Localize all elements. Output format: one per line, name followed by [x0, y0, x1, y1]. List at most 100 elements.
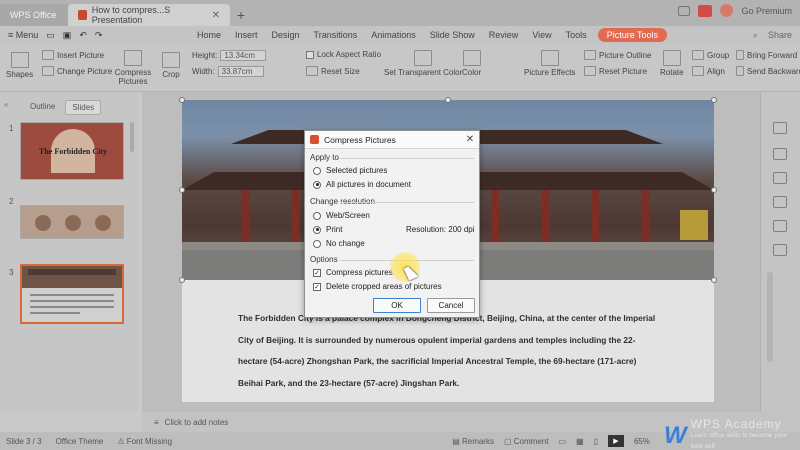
reading-view-icon[interactable]: ▯: [594, 437, 598, 446]
reset-size-button[interactable]: Reset Size: [306, 66, 360, 76]
play-icon[interactable]: ▶: [607, 435, 624, 447]
menu-review[interactable]: Review: [482, 26, 526, 44]
tab-document[interactable]: How to compres...S Presentation ✕: [68, 4, 230, 26]
lock-aspect-checkbox[interactable]: [306, 50, 314, 59]
resize-handle[interactable]: [445, 97, 451, 103]
sorter-view-icon[interactable]: ▦: [576, 437, 584, 446]
menu-tools[interactable]: Tools: [559, 26, 594, 44]
menu-view[interactable]: View: [525, 26, 558, 44]
open-icon[interactable]: ▭: [46, 30, 55, 41]
menu-animations[interactable]: Animations: [364, 26, 423, 44]
align-button[interactable]: Align: [692, 66, 725, 76]
tab-wps-office[interactable]: WPS Office: [0, 4, 68, 26]
resize-handle[interactable]: [711, 97, 717, 103]
checkbox-compress-pictures[interactable]: ✓: [313, 268, 321, 277]
zoom-icon[interactable]: [773, 172, 787, 184]
width-input[interactable]: 33.87cm: [217, 66, 264, 77]
picture-outline-icon: [584, 50, 596, 60]
color-button[interactable]: Color: [462, 50, 481, 77]
normal-view-icon[interactable]: ▭: [558, 437, 566, 446]
save-icon[interactable]: ▣: [63, 30, 72, 41]
insert-picture-button[interactable]: Insert Picture: [42, 50, 104, 60]
font-missing-label: Font Missing: [126, 436, 173, 446]
option-all-pictures[interactable]: All pictures in document: [313, 180, 411, 189]
close-icon[interactable]: ✕: [212, 10, 220, 21]
notification-icon[interactable]: [698, 4, 713, 17]
radio-web-screen[interactable]: [313, 211, 321, 220]
close-icon[interactable]: ✕: [461, 134, 479, 145]
shapes-label: Shapes: [6, 70, 34, 79]
share-button[interactable]: Share: [768, 30, 792, 41]
option-compress-pictures[interactable]: ✓ Compress pictures: [313, 268, 393, 277]
lock-aspect-ratio[interactable]: Lock Aspect Ratio: [306, 50, 381, 59]
option-selected-pictures[interactable]: Selected pictures: [313, 166, 387, 175]
menu-transitions[interactable]: Transitions: [307, 26, 365, 44]
picture-effects-button[interactable]: Picture Effects: [524, 50, 575, 77]
slide-thumbnail-2[interactable]: [20, 205, 124, 239]
new-tab-button[interactable]: +: [230, 4, 252, 26]
menu-button[interactable]: ≡ Menu: [8, 30, 38, 40]
radio-selected-pictures[interactable]: [313, 166, 321, 175]
resize-handle[interactable]: [711, 277, 717, 283]
layers-icon[interactable]: [773, 122, 787, 134]
tab-slides[interactable]: Slides: [65, 100, 102, 115]
font-missing-indicator[interactable]: ⚠ Font Missing: [117, 437, 172, 446]
radio-all-pictures[interactable]: [313, 180, 321, 189]
ok-button[interactable]: OK: [373, 298, 421, 313]
change-picture-button[interactable]: Change Picture: [42, 66, 112, 76]
resize-handle[interactable]: [179, 187, 185, 193]
slide-body-text[interactable]: The Forbidden City is a palace complex i…: [238, 308, 658, 394]
undo-icon[interactable]: ↶: [79, 30, 87, 41]
resize-handle[interactable]: [179, 277, 185, 283]
reset-picture-button[interactable]: Reset Picture: [584, 66, 647, 76]
slide-thumbnail-3[interactable]: [20, 264, 124, 324]
option-print[interactable]: Print: [313, 225, 342, 234]
canvas-scrollbar[interactable]: [767, 272, 773, 362]
redo-icon[interactable]: ↷: [95, 30, 103, 41]
set-transparent-label: Set Transparent Color: [384, 68, 463, 77]
search-icon[interactable]: ⌕: [753, 30, 758, 41]
group-button[interactable]: Group: [692, 50, 729, 60]
radio-print[interactable]: [313, 225, 321, 234]
avatar[interactable]: [720, 4, 734, 17]
go-premium-link[interactable]: Go Premium: [741, 6, 792, 16]
remarks-button[interactable]: ▤ Remarks: [452, 437, 494, 446]
align-icon: [692, 66, 704, 76]
picture-outline-button[interactable]: Picture Outline: [584, 50, 651, 60]
crop-tool-icon[interactable]: [773, 148, 787, 160]
send-backward-button[interactable]: Send Backward: [736, 66, 800, 76]
cancel-button[interactable]: Cancel: [427, 298, 475, 313]
tab-outline[interactable]: Outline: [24, 100, 61, 115]
set-transparent-color-button[interactable]: Set Transparent Color: [384, 50, 462, 77]
menu-design[interactable]: Design: [265, 26, 307, 44]
comment-button[interactable]: ▢ Comment: [504, 437, 548, 446]
height-input[interactable]: 13.34cm: [220, 50, 267, 61]
menu-slide-show[interactable]: Slide Show: [423, 26, 482, 44]
edit-icon[interactable]: [773, 196, 787, 208]
resize-handle[interactable]: [179, 97, 185, 103]
checkbox-delete-cropped[interactable]: ✓: [313, 282, 321, 291]
shapes-button[interactable]: Shapes: [6, 52, 33, 79]
option-web-screen[interactable]: Web/Screen: [313, 211, 370, 220]
color-icon: [462, 50, 481, 66]
option-no-change[interactable]: No change: [313, 239, 365, 248]
rotate-button[interactable]: Rotate: [660, 50, 684, 77]
zoom-level[interactable]: 65%: [634, 437, 650, 446]
menu-picture-tools[interactable]: Picture Tools: [597, 28, 668, 42]
remarks-label: Remarks: [461, 436, 494, 446]
compress-pictures-button[interactable]: Compress Pictures: [115, 50, 151, 86]
resize-handle[interactable]: [711, 187, 717, 193]
menu-home[interactable]: Home: [190, 26, 228, 44]
collapse-panel-icon[interactable]: «: [4, 100, 8, 109]
presentation-file-icon: [78, 10, 87, 20]
slide-thumbnail-1[interactable]: The Forbidden City: [20, 122, 124, 180]
crop-button[interactable]: Crop: [162, 52, 180, 79]
more-icon[interactable]: [773, 244, 787, 256]
menu-insert[interactable]: Insert: [228, 26, 265, 44]
window-layout-icon[interactable]: [678, 5, 691, 16]
panel-scrollbar[interactable]: [130, 122, 134, 152]
bring-forward-button[interactable]: Bring Forward: [736, 50, 797, 60]
radio-no-change[interactable]: [313, 239, 321, 248]
option-delete-cropped[interactable]: ✓ Delete cropped areas of pictures: [313, 282, 442, 291]
style-icon[interactable]: [773, 220, 787, 232]
